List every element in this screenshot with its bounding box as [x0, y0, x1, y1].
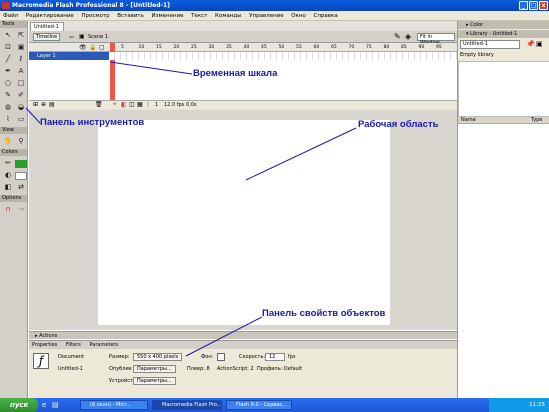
quicklaunch-ie-icon[interactable]: e: [42, 401, 46, 409]
annotation-props: Панель свойств объектов: [262, 308, 386, 319]
timeline-pointer-line: [109, 61, 193, 75]
taskbar-item-windows[interactable]: (6 окон) - Micr...: [80, 400, 148, 410]
stage-pointer-line: [245, 127, 357, 181]
annotation-timeline: Временная шкала: [193, 68, 278, 79]
tools-pointer-line: [25, 107, 41, 124]
taskbar-item-flash[interactable]: Macromedia Flash Pro...: [152, 400, 222, 410]
annotation-tools: Панель инструментов: [40, 117, 145, 128]
taskbar-item-flash-service[interactable]: Flash 8.0 - Сервис...: [226, 400, 292, 410]
system-tray: 11:25: [489, 398, 549, 412]
quicklaunch-folder-icon[interactable]: ▤: [52, 401, 59, 409]
annotation-stage: Рабочая область: [358, 119, 439, 130]
start-button[interactable]: пуск: [0, 398, 38, 412]
props-pointer-line: [185, 316, 263, 357]
annotation-lines: [25, 61, 357, 357]
clock: 11:25: [529, 402, 545, 408]
taskbar: пуск e ▤ (6 окон) - Micr... Macromedia F…: [0, 398, 549, 412]
